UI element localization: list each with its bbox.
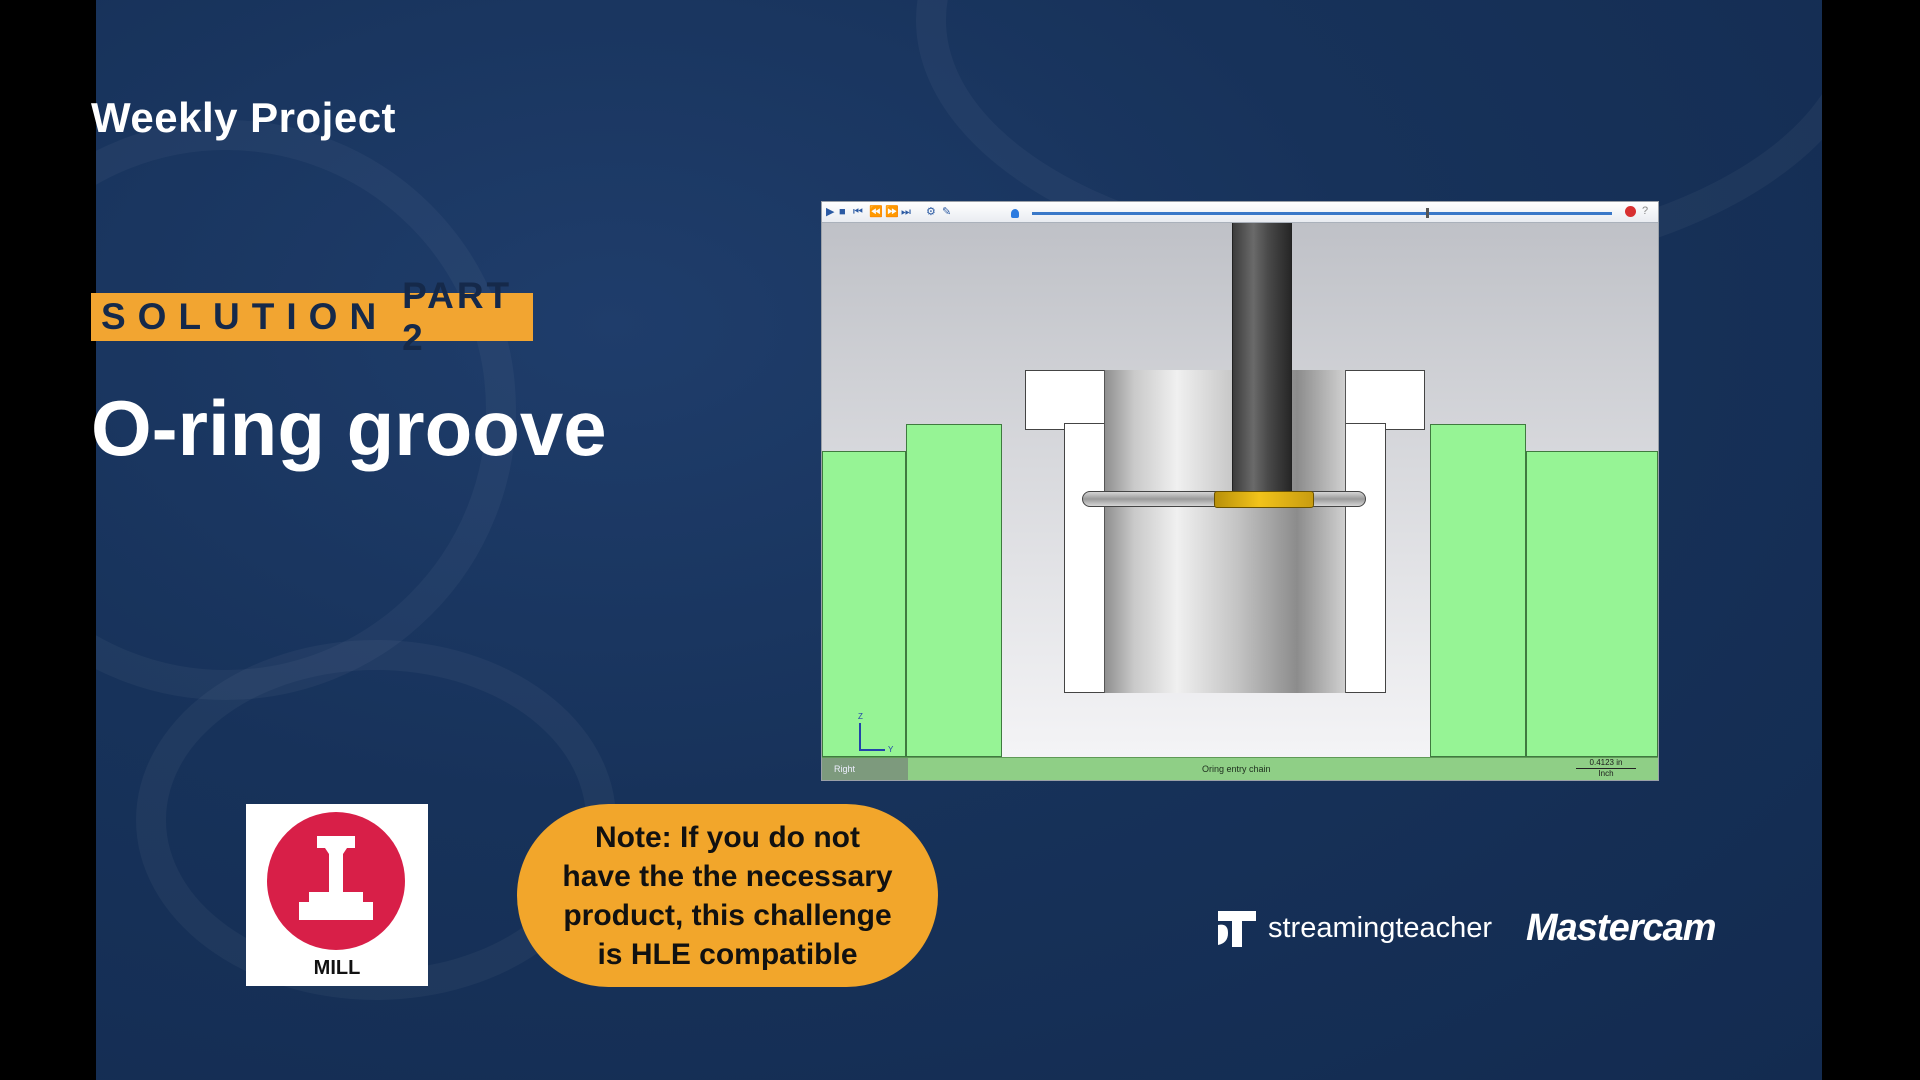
options-icon[interactable]: ⚙ xyxy=(926,206,936,218)
view-name: Right xyxy=(822,758,908,780)
y-axis-icon xyxy=(859,749,885,751)
operation-name: Oring entry chain xyxy=(1202,764,1271,774)
streamingteacher-logo: streamingteacher xyxy=(1214,905,1492,951)
scale-indicator: 0.4123 in Inch xyxy=(1572,758,1640,778)
stock-block-left-outer xyxy=(822,451,906,757)
stock-block-left xyxy=(906,424,1002,757)
z-axis-label: Z xyxy=(858,712,863,721)
speed-slider-thumb[interactable] xyxy=(1011,209,1019,218)
progress-slider[interactable] xyxy=(1032,212,1612,215)
play-icon[interactable]: ▶ xyxy=(826,206,834,218)
tool-cutter xyxy=(1214,491,1314,508)
mill-badge: MILL xyxy=(246,804,428,986)
step-forward-icon[interactable]: ⏩ xyxy=(885,206,899,218)
edit-icon[interactable]: ✎ xyxy=(942,206,951,218)
eyebrow-title: Weekly Project xyxy=(91,94,397,141)
note-text: Note: If you do not have the the necessa… xyxy=(562,820,893,971)
banner-word-solution: SOLUTION xyxy=(101,296,389,337)
banner-word-part: PART 2 xyxy=(402,275,513,358)
mastercam-logo: Mastercam xyxy=(1526,907,1717,949)
stock-block-right-outer xyxy=(1526,451,1658,757)
progress-slider-thumb[interactable] xyxy=(1426,208,1430,218)
mill-tool-icon xyxy=(267,812,405,950)
help-icon[interactable]: ? xyxy=(1642,205,1648,217)
step-back-icon[interactable]: ⏪ xyxy=(869,206,883,218)
part-bore-cylinder xyxy=(1104,370,1346,693)
scale-value: 0.4123 in xyxy=(1589,758,1623,767)
stock-block-right xyxy=(1430,424,1526,757)
tool-shank xyxy=(1232,223,1292,493)
hle-note: Note: If you do not have the the necessa… xyxy=(517,804,938,987)
simulation-window: ▶ ■ ⏮ ⏪ ⏩ ⏭ ⚙ ✎ ? Z Y Right Oring entry … xyxy=(822,202,1658,780)
stop-icon[interactable]: ■ xyxy=(839,206,846,218)
skip-end-icon[interactable]: ⏭ xyxy=(901,206,911,218)
scale-unit: Inch xyxy=(1598,769,1614,778)
streamingteacher-wordmark: streamingteacher xyxy=(1268,911,1493,944)
y-axis-label: Y xyxy=(888,745,894,754)
simulation-viewport[interactable]: Z Y xyxy=(822,223,1658,757)
mill-label: MILL xyxy=(313,957,361,979)
solution-banner: SOLUTION PART 2 xyxy=(91,275,533,358)
simulation-status-bar: Right Oring entry chain 0.4123 in Inch xyxy=(822,757,1658,780)
scale-bar xyxy=(1576,768,1636,769)
page-title: O-ring groove xyxy=(91,384,607,472)
skip-start-icon[interactable]: ⏮ xyxy=(853,206,863,218)
z-axis-icon xyxy=(859,723,861,751)
stop-alert-icon[interactable] xyxy=(1625,206,1636,217)
streamingteacher-icon xyxy=(1218,911,1256,947)
simulation-toolbar: ▶ ■ ⏮ ⏪ ⏩ ⏭ ⚙ ✎ ? xyxy=(822,202,1658,223)
